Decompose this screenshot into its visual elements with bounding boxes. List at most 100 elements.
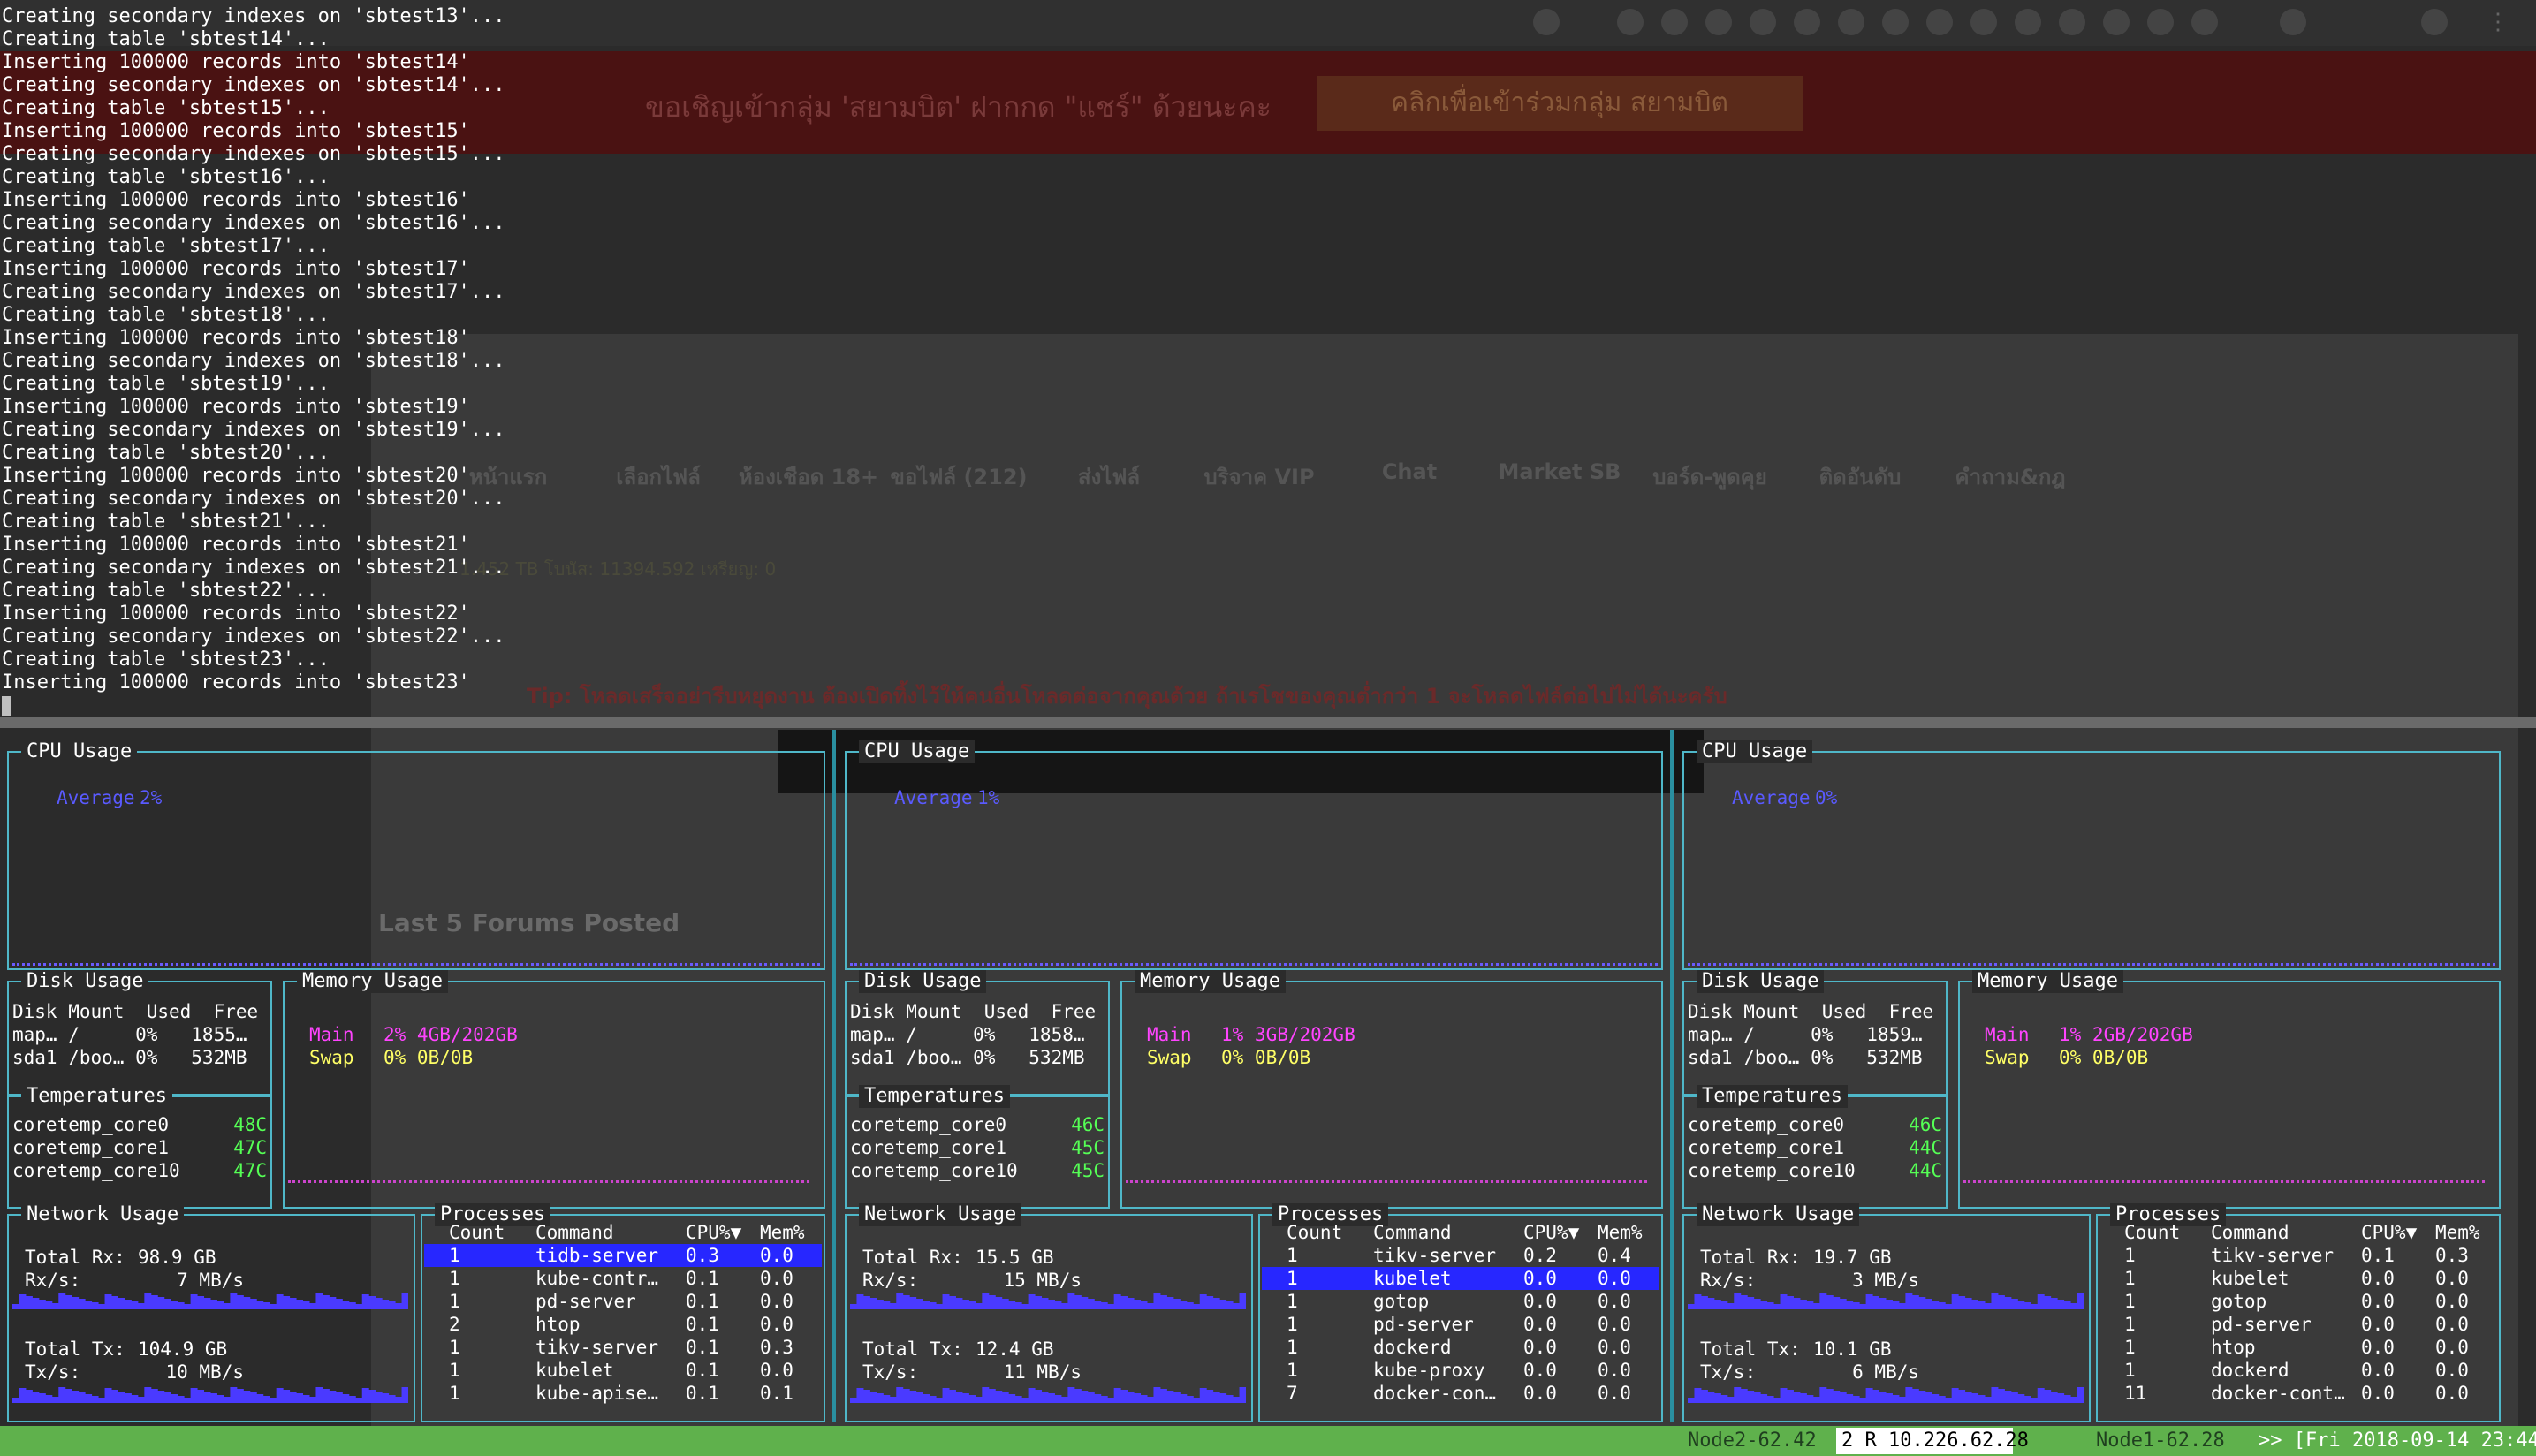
log-line: Inserting 100000 records into 'sbtest23' <box>2 671 470 694</box>
rx-rate-label: Rx/s: <box>1700 1270 1757 1291</box>
process-row[interactable]: 1 tikv-server 0.1 0.3 <box>424 1336 822 1359</box>
pane-divider[interactable] <box>0 717 2536 728</box>
widget-title: Disk Usage <box>21 970 149 993</box>
gotop-pane: CPU Usage Average 1% Disk Usage Disk Mount U… <box>838 730 1668 1422</box>
proc-header-cpu[interactable]: CPU%▼ <box>1523 1221 1579 1244</box>
network-sparkline <box>1688 1292 2084 1309</box>
process-cpu: 0.1 <box>686 1291 719 1312</box>
process-row[interactable]: 1 kubelet 0.1 0.0 <box>424 1359 822 1382</box>
window-tab[interactable]: Node2-62.42 <box>1652 1428 1818 1454</box>
process-mem: 0.0 <box>2435 1337 2469 1358</box>
process-cpu: 0.1 <box>2361 1245 2395 1266</box>
process-count: 1 <box>449 1268 460 1289</box>
process-command: docker-cont… <box>2211 1383 2345 1404</box>
temp-sensor-value: 44C <box>1909 1160 1942 1181</box>
process-row[interactable]: 1 pd-server 0.0 0.0 <box>2099 1313 2497 1336</box>
bookmark-star-icon <box>1533 9 1560 35</box>
processes-widget: Processes Count Command CPU%▼ Mem% 1 tikv-serv… <box>1258 1203 1663 1422</box>
total-tx-label: Total Tx: <box>862 1338 963 1360</box>
window-tab-active[interactable]: 2 R 10.226.62.28 <box>1836 1428 2029 1454</box>
proc-header-mem[interactable]: Mem% <box>2435 1221 2480 1244</box>
temp-sensor-name: coretemp_core10 <box>12 1160 180 1181</box>
proc-header-count[interactable]: Count <box>2124 1221 2180 1244</box>
proc-header-mem[interactable]: Mem% <box>760 1221 805 1244</box>
proc-header-count[interactable]: Count <box>449 1221 505 1244</box>
process-command: kubelet <box>535 1360 614 1381</box>
extension-icon <box>1970 9 1997 35</box>
process-mem: 0.0 <box>760 1268 793 1289</box>
process-mem: 0.0 <box>2435 1383 2469 1404</box>
temp-sensor-value: 45C <box>1071 1160 1105 1181</box>
process-cpu: 0.1 <box>686 1268 719 1289</box>
banner-text: ขอเชิญเข้ากลุ่ม 'สยามบิต' ฝากกด "แชร์" ด… <box>645 90 1272 124</box>
proc-header-command[interactable]: Command <box>1373 1221 1452 1244</box>
nav-item: Market SB <box>1498 459 1621 484</box>
widget-title: Network Usage <box>1697 1203 1860 1226</box>
process-mem: 0.0 <box>1598 1268 1631 1289</box>
disk-usage-widget: Disk Usage Disk Mount Used Free map… / 0% … <box>7 970 272 1096</box>
log-line: Inserting 100000 records into 'sbtest19' <box>2 396 470 418</box>
window-tab[interactable]: Node1-62.28 <box>2048 1428 2243 1454</box>
memory-graph-line <box>1963 1180 2485 1183</box>
window-tab-label: 2 R 10.226.62.28 <box>1841 1429 2029 1452</box>
process-row[interactable]: 1 tikv-server 0.1 0.3 <box>2099 1244 2497 1267</box>
proc-header-mem[interactable]: Mem% <box>1598 1221 1643 1244</box>
tip-text: Tip: โหลดเสร็จอย่ารีบหยุดงาน ต้องเปิดทิ้… <box>527 684 1727 709</box>
widget-title: Temperatures <box>859 1085 1010 1108</box>
process-row[interactable]: 1 htop 0.0 0.0 <box>2099 1336 2497 1359</box>
process-count: 1 <box>449 1245 460 1266</box>
process-row[interactable]: 1 tikv-server 0.2 0.4 <box>1262 1244 1659 1267</box>
process-row[interactable]: 1 pd-server 0.0 0.0 <box>1262 1313 1659 1336</box>
tx-rate-label: Tx/s: <box>862 1361 919 1383</box>
process-count: 11 <box>2124 1383 2147 1404</box>
process-row[interactable]: 1 tidb-server 0.3 0.0 <box>424 1244 822 1267</box>
memory-main-value: 1% 3GB/202GB <box>1221 1024 1355 1045</box>
total-rx-label: Total Rx: <box>862 1247 963 1268</box>
pane-separator[interactable] <box>1670 730 1674 1422</box>
process-row[interactable]: 1 dockerd 0.0 0.0 <box>2099 1359 2497 1382</box>
process-row[interactable]: 1 dockerd 0.0 0.0 <box>1262 1336 1659 1359</box>
nav-item: Chat <box>1381 459 1438 484</box>
process-row[interactable]: 1 kube-contr… 0.1 0.0 <box>424 1267 822 1290</box>
tx-rate-value: 10 MB/s <box>165 1361 244 1383</box>
disk-table-header: Disk Mount Used Free <box>1688 1001 1934 1022</box>
log-line: Creating table 'sbtest19'... <box>2 373 330 395</box>
widget-title: Memory Usage <box>297 970 448 993</box>
process-row[interactable]: 1 gotop 0.0 0.0 <box>1262 1290 1659 1313</box>
process-mem: 0.3 <box>2435 1245 2469 1266</box>
temp-sensor-name: coretemp_core0 <box>1688 1114 1845 1135</box>
process-row[interactable]: 1 pd-server 0.1 0.0 <box>424 1290 822 1313</box>
temp-sensor-name: coretemp_core10 <box>1688 1160 1856 1181</box>
cpu-average-value: 2% <box>140 787 163 808</box>
process-row[interactable]: 1 kube-proxy 0.0 0.0 <box>1262 1359 1659 1382</box>
status-clock: >> [Fri 2018-09-14 23:44] <box>2259 1429 2536 1452</box>
process-mem: 0.0 <box>1598 1291 1631 1312</box>
widget-title: Network Usage <box>21 1203 185 1226</box>
process-mem: 0.0 <box>1598 1337 1631 1358</box>
proc-header-cpu[interactable]: CPU%▼ <box>2361 1221 2417 1244</box>
total-rx-label: Total Rx: <box>1700 1247 1801 1268</box>
process-command: htop <box>2211 1337 2256 1358</box>
network-sparkline <box>12 1385 409 1403</box>
proc-header-cpu[interactable]: CPU%▼ <box>686 1221 741 1244</box>
disk-row: map… / 0% 1859… <box>1688 1024 1923 1045</box>
process-row[interactable]: 11 docker-cont… 0.0 0.0 <box>2099 1382 2497 1405</box>
process-row[interactable]: 1 kubelet 0.0 0.0 <box>1262 1267 1659 1290</box>
process-row[interactable]: 1 kubelet 0.0 0.0 <box>2099 1267 2497 1290</box>
proc-header-count[interactable]: Count <box>1287 1221 1342 1244</box>
extension-icon <box>1794 9 1820 35</box>
proc-header-command[interactable]: Command <box>535 1221 614 1244</box>
process-row[interactable]: 1 gotop 0.0 0.0 <box>2099 1290 2497 1313</box>
temp-sensor-value: 47C <box>233 1160 267 1181</box>
process-command: gotop <box>1373 1291 1430 1312</box>
process-row[interactable]: 1 kube-apise… 0.1 0.1 <box>424 1382 822 1405</box>
process-row[interactable]: 2 htop 0.1 0.0 <box>424 1313 822 1336</box>
processes-widget: Processes Count Command CPU%▼ Mem% 1 tidb-serv… <box>421 1203 825 1422</box>
process-count: 2 <box>449 1314 460 1335</box>
pane-separator[interactable] <box>832 730 836 1422</box>
process-row[interactable]: 7 docker-con… 0.0 0.0 <box>1262 1382 1659 1405</box>
process-command: tidb-server <box>535 1245 659 1266</box>
nav-item: เลือกไฟล์ <box>616 465 701 489</box>
extension-icon <box>2147 9 2174 35</box>
proc-header-command[interactable]: Command <box>2211 1221 2289 1244</box>
